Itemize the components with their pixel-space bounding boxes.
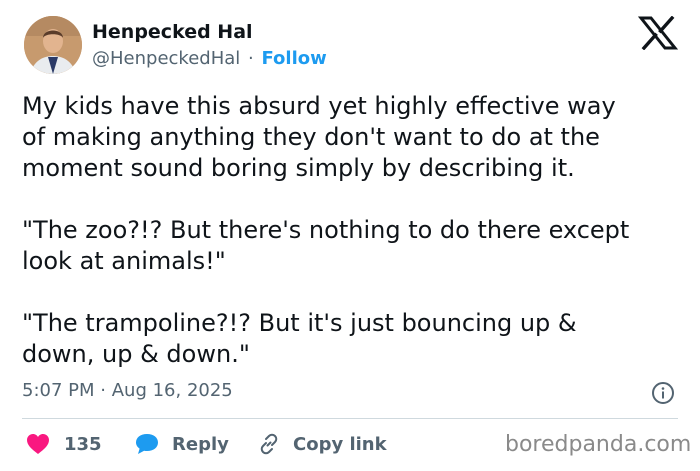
handle-separator: · — [248, 48, 254, 69]
reply-button[interactable]: Reply — [134, 430, 229, 458]
tweet-timestamp[interactable]: 5:07 PM · Aug 16, 2025 — [22, 380, 233, 401]
like-button[interactable]: 135 — [26, 430, 102, 458]
copy-link-button[interactable]: Copy link — [257, 430, 387, 458]
tweet-paragraph-2: "The zoo?!? But there's nothing to do th… — [22, 216, 630, 275]
tweet-paragraph-1: My kids have this absurd yet highly effe… — [22, 92, 616, 182]
link-icon — [257, 432, 281, 456]
speech-bubble-icon — [134, 432, 160, 456]
tweet-paragraph-3: "The trampoline?!? But it's just bouncin… — [22, 309, 577, 368]
watermark: boredpanda.com — [505, 432, 692, 457]
author-handle[interactable]: @HenpeckedHal — [92, 48, 240, 69]
timestamp-separator: · — [100, 380, 106, 401]
x-logo-icon[interactable] — [637, 15, 679, 51]
tweet-time: 5:07 PM — [22, 380, 95, 401]
divider — [22, 418, 678, 419]
follow-button[interactable]: Follow — [261, 48, 326, 69]
like-count: 135 — [64, 433, 102, 455]
tweet-date: Aug 16, 2025 — [111, 380, 233, 401]
tweet-text: My kids have this absurd yet highly effe… — [22, 91, 687, 370]
author-handle-row: @HenpeckedHal · Follow — [92, 48, 327, 69]
copy-link-label: Copy link — [293, 433, 387, 455]
info-icon[interactable] — [651, 381, 675, 405]
avatar[interactable] — [24, 16, 82, 74]
reply-label: Reply — [172, 433, 229, 455]
heart-icon — [26, 433, 50, 455]
author-name[interactable]: Henpecked Hal — [92, 21, 253, 43]
